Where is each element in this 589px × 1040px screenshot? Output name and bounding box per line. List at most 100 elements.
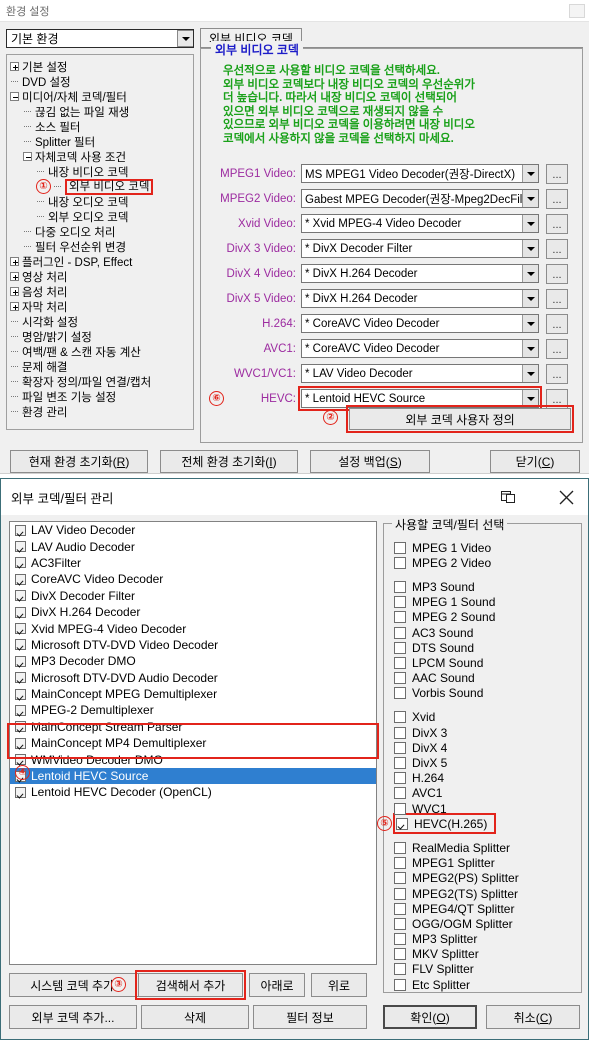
checkbox-icon[interactable] <box>15 786 26 798</box>
external-codec-user-define-button[interactable]: 외부 코덱 사용자 정의 <box>346 405 574 433</box>
codec-select[interactable]: * DivX H.264 Decoder <box>301 264 539 283</box>
checkbox-icon[interactable] <box>394 757 406 770</box>
checkbox-icon[interactable] <box>15 557 26 569</box>
tree-item[interactable]: ① 외부 비디오 코덱 <box>10 178 191 195</box>
checkbox-icon[interactable] <box>394 978 406 991</box>
checkbox-icon[interactable] <box>394 772 406 785</box>
chevron-down-icon[interactable] <box>522 190 538 207</box>
checkbox-icon[interactable] <box>394 802 406 815</box>
tree-item[interactable]: 확장자 정의/파일 연결/캡처 <box>10 374 191 389</box>
list-item[interactable]: MainConcept MPEG Demultiplexer <box>10 686 376 702</box>
filter-option[interactable]: DivX 3 <box>394 725 447 740</box>
list-item[interactable]: MPEG-2 Demultiplexer <box>10 702 376 718</box>
tree-item[interactable]: 다중 오디오 처리 <box>10 224 191 239</box>
list-item[interactable]: Xvid MPEG-4 Video Decoder <box>10 620 376 636</box>
tree-item[interactable]: 미디어/자체 코덱/필터 <box>10 89 191 104</box>
reset-all-env-button[interactable]: 전체 환경 초기화(I) <box>160 450 298 473</box>
checkbox-icon[interactable] <box>394 872 406 885</box>
tree-item[interactable]: DVD 설정 <box>10 74 191 89</box>
filter-option[interactable]: MKV Splitter <box>394 947 479 962</box>
codec-select[interactable]: * Xvid MPEG-4 Video Decoder <box>301 214 539 233</box>
tree-item[interactable]: 필터 우선순위 변경 <box>10 239 191 254</box>
filter-option[interactable]: OGG/OGM Splitter <box>394 916 513 931</box>
checkbox-icon[interactable] <box>394 641 406 654</box>
chevron-down-icon[interactable] <box>522 165 538 182</box>
filter-option[interactable]: MPEG2(TS) Splitter <box>394 886 518 901</box>
backup-settings-button[interactable]: 설정 백업(S) <box>310 450 430 473</box>
filter-option[interactable]: Etc Splitter <box>394 977 470 992</box>
reset-current-env-button[interactable]: 현재 환경 초기화(R) <box>10 450 148 473</box>
list-item[interactable]: WMVideo Decoder DMO <box>10 751 376 767</box>
installed-codec-listbox[interactable]: LAV Video Decoder LAV Audio Decoder AC3Fil… <box>9 521 377 965</box>
checkbox-icon[interactable] <box>394 963 406 976</box>
tree-item[interactable]: 외부 오디오 코덱 <box>10 209 191 224</box>
close-settings-button[interactable]: 닫기(C) <box>490 450 580 473</box>
list-item[interactable]: CoreAVC Video Decoder <box>10 571 376 587</box>
checkbox-icon[interactable] <box>15 721 26 733</box>
codec-browse-button[interactable]: ... <box>546 163 568 184</box>
checkbox-icon[interactable] <box>15 672 26 684</box>
chevron-down-icon[interactable] <box>522 315 538 332</box>
expand-icon[interactable] <box>10 257 19 266</box>
cancel-button[interactable]: 취소(C) <box>486 1005 580 1029</box>
checkbox-icon[interactable] <box>15 623 26 635</box>
tree-item[interactable]: Splitter 필터 <box>10 134 191 149</box>
checkbox-icon[interactable] <box>15 655 26 667</box>
checkbox-icon[interactable] <box>15 737 26 749</box>
list-item[interactable]: MainConcept Stream Parser <box>10 719 376 735</box>
checkbox-icon[interactable] <box>394 611 406 624</box>
collapse-icon[interactable] <box>23 152 32 161</box>
filter-option[interactable]: HEVC(H.265) <box>393 813 496 835</box>
checkbox-icon[interactable] <box>394 948 406 961</box>
list-item[interactable]: Lentoid HEVC Source <box>10 767 376 785</box>
filter-option[interactable]: Xvid <box>394 710 435 725</box>
checkbox-icon[interactable] <box>394 580 406 593</box>
filter-option[interactable]: DivX 4 <box>394 740 447 755</box>
filter-option[interactable]: DTS Sound <box>394 640 474 655</box>
chevron-down-icon[interactable] <box>522 215 538 232</box>
checkbox-icon[interactable] <box>394 672 406 685</box>
chevron-down-icon[interactable] <box>522 390 538 407</box>
tree-item[interactable]: 플러그인 - DSP, Effect <box>10 254 191 269</box>
codec-browse-button[interactable]: ... <box>546 313 568 334</box>
list-item[interactable]: DivX H.264 Decoder <box>10 604 376 620</box>
checkbox-icon[interactable] <box>394 596 406 609</box>
titlebar-button[interactable] <box>569 3 585 18</box>
chevron-down-icon[interactable] <box>522 365 538 382</box>
collapse-icon[interactable] <box>10 92 19 101</box>
filter-option[interactable]: MPEG 2 Sound <box>394 610 495 625</box>
codec-select[interactable]: * CoreAVC Video Decoder <box>301 314 539 333</box>
chevron-down-icon[interactable] <box>522 240 538 257</box>
chevron-down-icon[interactable] <box>522 265 538 282</box>
close-icon[interactable] <box>544 479 588 515</box>
codec-browse-button[interactable]: ... <box>546 188 568 209</box>
settings-tree-panel[interactable]: 기본 설정 DVD 설정 미디어/자체 코덱/필터 끊김 없는 파일 재생 소스 필터 S… <box>6 54 194 430</box>
checkbox-icon[interactable] <box>15 754 26 766</box>
list-item[interactable]: LAV Audio Decoder <box>10 538 376 554</box>
move-down-button[interactable]: 아래로 <box>249 973 305 997</box>
tree-item[interactable]: 자체코덱 사용 조건 <box>10 149 191 164</box>
checkbox-icon[interactable] <box>394 933 406 946</box>
settings-tree[interactable]: 기본 설정 DVD 설정 미디어/자체 코덱/필터 끊김 없는 파일 재생 소스 필터 S… <box>7 55 193 419</box>
filter-option[interactable]: MP3 Splitter <box>394 932 477 947</box>
checkbox-icon[interactable] <box>396 817 408 830</box>
list-item[interactable]: DivX Decoder Filter <box>10 588 376 604</box>
list-item[interactable]: Microsoft DTV-DVD Audio Decoder <box>10 670 376 686</box>
expand-icon[interactable] <box>10 62 19 71</box>
environment-profile-combo[interactable]: 기본 환경 <box>6 29 194 48</box>
tree-item[interactable]: 파일 변조 기능 설정 <box>10 389 191 404</box>
checkbox-icon[interactable] <box>394 857 406 870</box>
checkbox-icon[interactable] <box>394 541 406 554</box>
filter-info-button[interactable]: 필터 정보 <box>253 1005 367 1029</box>
codec-browse-button[interactable]: ... <box>546 263 568 284</box>
tree-item[interactable]: 내장 비디오 코덱 <box>10 164 191 179</box>
filter-option[interactable]: MPEG 1 Sound <box>394 595 495 610</box>
filter-option[interactable]: WVC1 <box>394 801 447 816</box>
filter-option[interactable]: H.264 <box>394 771 444 786</box>
tree-item[interactable]: 내장 오디오 코덱 <box>10 194 191 209</box>
codec-select[interactable]: MS MPEG1 Video Decoder(권장-DirectX) <box>301 164 539 183</box>
checkbox-icon[interactable] <box>394 656 406 669</box>
tree-item[interactable]: 문제 해결 <box>10 359 191 374</box>
filter-option[interactable]: MPEG 1 Video <box>394 540 491 555</box>
codec-browse-button[interactable]: ... <box>546 338 568 359</box>
